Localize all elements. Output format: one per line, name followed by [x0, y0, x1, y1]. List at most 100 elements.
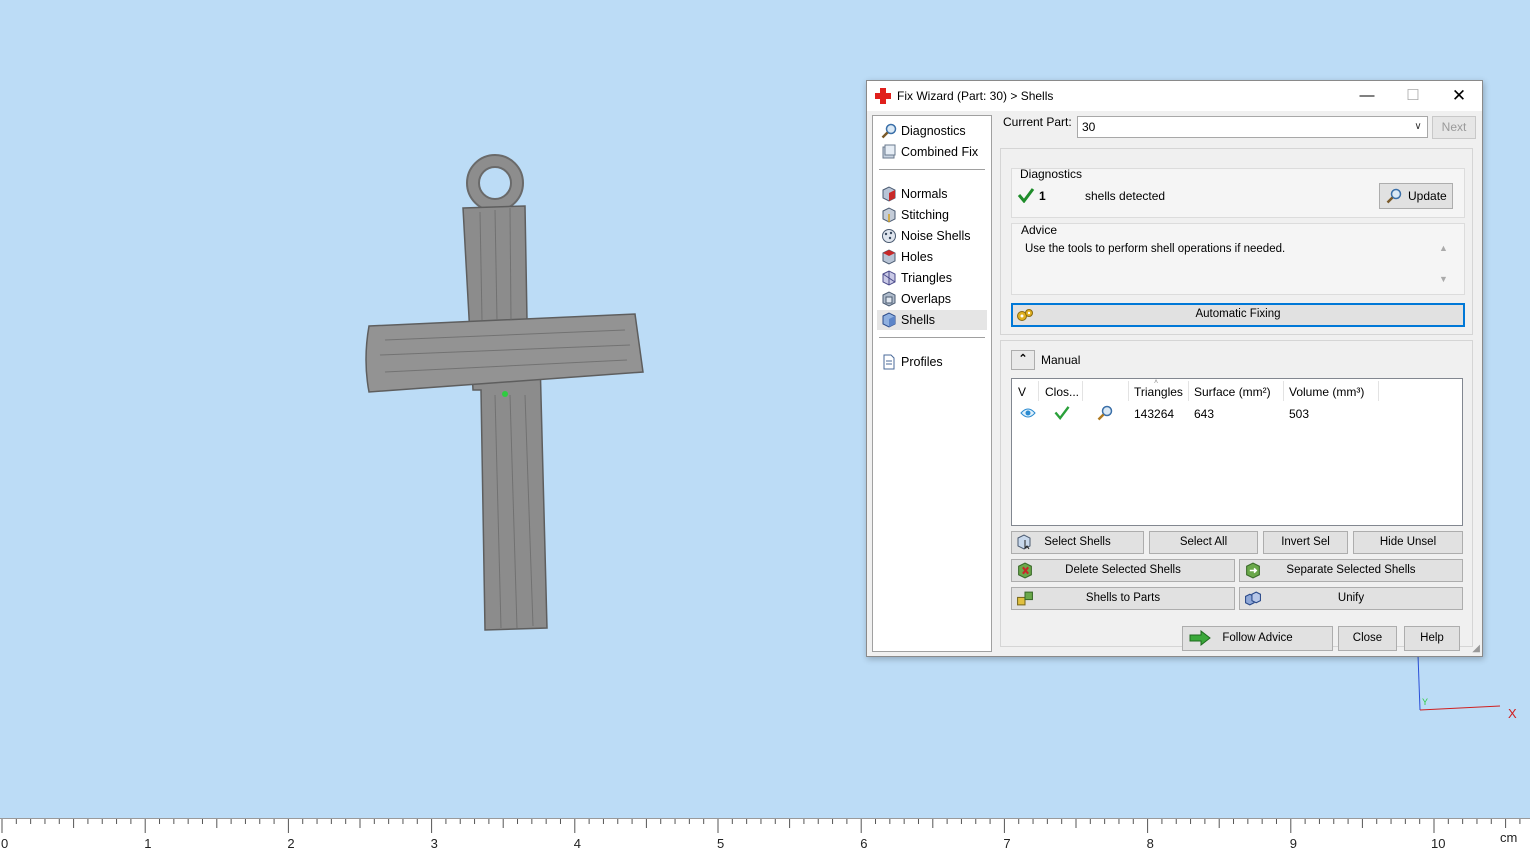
help-button[interactable]: Help — [1404, 626, 1460, 651]
nav-item-triangles[interactable]: Triangles — [877, 268, 987, 288]
nav-label: Normals — [901, 187, 948, 201]
nav-separator — [879, 337, 985, 338]
axis-x-label: X — [1508, 706, 1517, 721]
nav-label: Profiles — [901, 355, 943, 369]
follow-advice-button[interactable]: Follow Advice — [1182, 626, 1333, 651]
select-shells-button[interactable]: Select Shells — [1011, 531, 1144, 554]
nav-label: Overlaps — [901, 292, 952, 306]
column-separator — [1378, 381, 1379, 401]
diagnostics-text: shells detected — [1085, 189, 1166, 203]
nav-label: Combined Fix — [901, 145, 979, 159]
column-separator — [1128, 381, 1129, 401]
ruler-label: 8 — [1146, 836, 1154, 851]
follow-advice-label: Follow Advice — [1222, 632, 1293, 644]
ruler-unit: cm — [1500, 830, 1518, 845]
select-all-label: Select All — [1179, 536, 1228, 548]
column-header-surface[interactable]: Surface (mm²) — [1194, 385, 1271, 399]
collapse-toggle-button[interactable]: ⌃ — [1011, 350, 1035, 370]
nav-item-noise-shells[interactable]: Noise Shells — [877, 226, 987, 246]
column-header-volume[interactable]: Volume (mm³) — [1289, 385, 1364, 399]
current-part-select[interactable]: 30 ∨ — [1077, 116, 1428, 138]
advice-box — [1011, 223, 1465, 295]
axis-y-label: Y — [1422, 697, 1428, 707]
column-header-visible[interactable]: V — [1018, 385, 1026, 399]
minimize-button[interactable]: — — [1344, 81, 1390, 111]
nav-item-overlaps[interactable]: Overlaps — [877, 289, 987, 309]
nav-item-combined-fix[interactable]: Combined Fix — [877, 142, 987, 162]
magnifier-icon[interactable] — [1097, 405, 1113, 421]
manual-title: Manual — [1041, 353, 1081, 367]
nav-label: Stitching — [901, 208, 949, 222]
shells-to-parts-button[interactable]: Shells to Parts — [1011, 587, 1235, 610]
automatic-fixing-button[interactable]: Automatic Fixing — [1011, 303, 1465, 327]
nav-item-normals[interactable]: Normals — [877, 184, 987, 204]
eye-icon[interactable] — [1020, 407, 1036, 419]
column-separator — [1283, 381, 1284, 401]
update-button[interactable]: Update — [1379, 183, 1453, 209]
unify-button[interactable]: Unify — [1239, 587, 1463, 610]
nav-item-stitching[interactable]: Stitching — [877, 205, 987, 225]
fix-wizard-dialog: Fix Wizard (Part: 30) > Shells — ☐ ✕ Dia… — [866, 80, 1483, 657]
diagnostics-title: Diagnostics — [1020, 167, 1083, 181]
nav-item-shells[interactable]: Shells — [877, 310, 987, 330]
delete-selected-shells-button[interactable]: Delete Selected Shells — [1011, 559, 1235, 582]
magnifier-icon — [881, 123, 897, 139]
column-header-triangles[interactable]: Triangles — [1134, 385, 1183, 399]
delete-selected-label: Delete Selected Shells — [1065, 564, 1181, 576]
close-button[interactable]: Close — [1338, 626, 1397, 651]
next-button[interactable]: Next — [1432, 116, 1476, 139]
nav-item-holes[interactable]: Holes — [877, 247, 987, 267]
column-separator — [1038, 381, 1039, 401]
nav-label: Holes — [901, 250, 933, 264]
cross-model[interactable] — [355, 150, 655, 640]
resize-grip-icon[interactable]: ◢ — [1472, 643, 1480, 654]
cell-triangles: 143264 — [1134, 407, 1175, 421]
select-all-button[interactable]: Select All — [1149, 531, 1258, 554]
ruler-label: 9 — [1289, 836, 1298, 851]
update-label: Update — [1408, 189, 1447, 203]
stitching-cube-icon — [882, 207, 896, 223]
overlaps-cube-icon — [882, 291, 896, 307]
scroll-up-icon[interactable]: ▲ — [1439, 243, 1448, 253]
manual-group: ⌃ Manual ˄ V Clos... Triangles Surface (… — [1000, 340, 1473, 647]
ruler-label: 10 — [1431, 836, 1446, 851]
holes-cube-icon — [882, 249, 896, 265]
check-icon — [1054, 406, 1070, 420]
unify-label: Unify — [1337, 592, 1365, 604]
diagnostics-group: Diagnostics 1 shells detected Update Adv… — [1000, 148, 1473, 335]
separate-selected-shells-button[interactable]: Separate Selected Shells — [1239, 559, 1463, 582]
close-label: Close — [1352, 632, 1383, 644]
automatic-fixing-label: Automatic Fixing — [1195, 308, 1281, 320]
ruler-label: 0 — [1, 836, 9, 851]
close-window-button[interactable]: ✕ — [1436, 81, 1482, 111]
ruler-label: 6 — [860, 836, 868, 851]
nav-label: Diagnostics — [901, 124, 966, 138]
column-header-closed[interactable]: Clos... — [1045, 385, 1079, 399]
invert-sel-button[interactable]: Invert Sel — [1263, 531, 1348, 554]
nav-label: Noise Shells — [901, 229, 971, 243]
nav-label: Shells — [901, 313, 936, 327]
ruler-label: 3 — [430, 836, 438, 851]
scroll-down-icon[interactable]: ▼ — [1439, 274, 1448, 284]
cell-surface: 643 — [1194, 407, 1215, 421]
nav-item-diagnostics[interactable]: Diagnostics — [877, 121, 987, 141]
current-part-label: Current Part: — [1003, 115, 1072, 129]
dialog-title: Fix Wizard (Part: 30) > Shells — [897, 89, 1054, 103]
normals-cube-icon — [882, 186, 896, 202]
advice-text: Use the tools to perform shell operation… — [1025, 243, 1286, 255]
hide-unsel-button[interactable]: Hide Unsel — [1353, 531, 1463, 554]
title-bar[interactable]: Fix Wizard (Part: 30) > Shells — ☐ ✕ — [867, 81, 1482, 111]
shells-to-parts-label: Shells to Parts — [1085, 592, 1161, 604]
nav-item-profiles[interactable]: Profiles — [877, 352, 987, 372]
triangles-cube-icon — [882, 270, 896, 286]
shells-table[interactable]: ˄ V Clos... Triangles Surface (mm²) Volu… — [1011, 378, 1463, 526]
select-shells-label: Select Shells — [1044, 536, 1111, 548]
wizard-nav-panel: Diagnostics Combined Fix Normals Stitchi… — [872, 115, 992, 652]
cell-volume: 503 — [1289, 407, 1310, 421]
maximize-button[interactable]: ☐ — [1390, 81, 1436, 111]
ruler-ticks — [1, 819, 1521, 833]
nav-separator — [879, 169, 985, 170]
check-icon — [1017, 188, 1035, 203]
column-separator — [1082, 381, 1083, 401]
help-label: Help — [1420, 632, 1444, 644]
